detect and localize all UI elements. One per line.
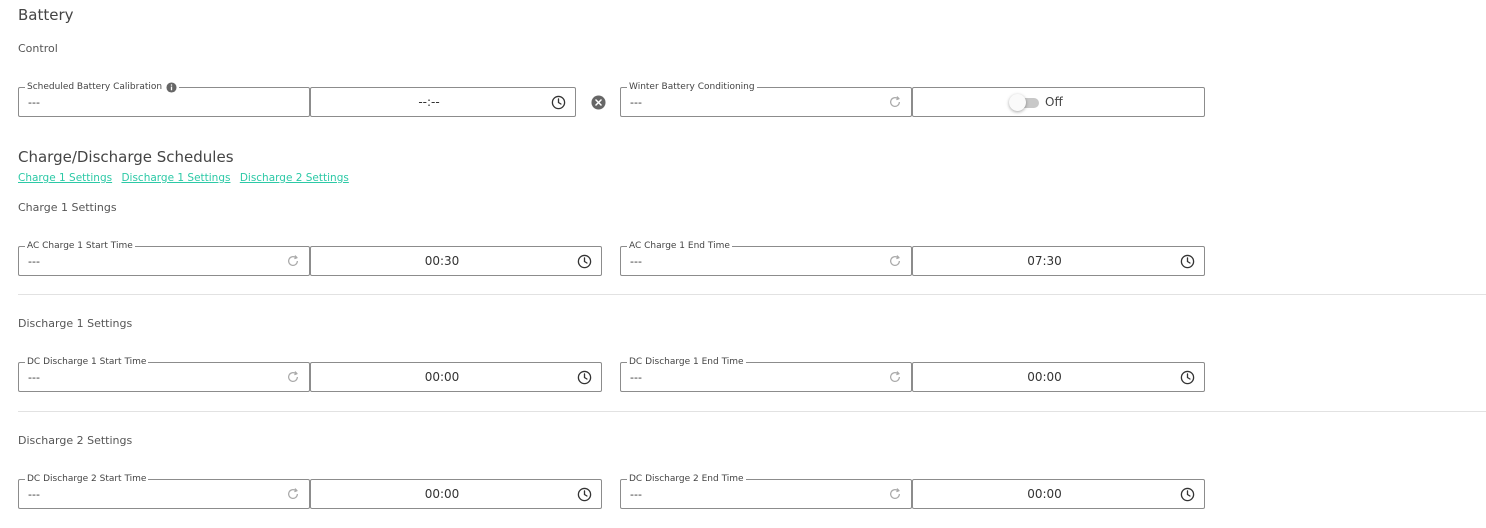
refresh-icon[interactable] xyxy=(888,487,902,501)
refresh-icon[interactable] xyxy=(286,370,300,384)
charge1-start-field[interactable]: AC Charge 1 Start Time --- xyxy=(18,239,310,276)
section-divider xyxy=(18,411,1486,412)
discharge1-start-legend: DC Discharge 1 Start Time xyxy=(25,355,149,369)
discharge2-start-time-input[interactable]: 00:00 xyxy=(310,479,602,509)
discharge1-end-time-input[interactable]: 00:00 xyxy=(912,362,1205,392)
calibration-time: --:-- xyxy=(418,95,440,109)
clear-icon[interactable] xyxy=(591,95,606,110)
discharge2-start-label: DC Discharge 2 Start Time xyxy=(27,474,147,484)
charge1-end-time: 07:30 xyxy=(1027,254,1062,268)
charge1-end-value: --- xyxy=(630,255,642,268)
winter-conditioning-field[interactable]: Winter Battery Conditioning --- xyxy=(620,80,912,117)
section-divider xyxy=(18,294,1486,295)
battery-title: Battery xyxy=(18,6,74,24)
discharge2-end-time-input[interactable]: 00:00 xyxy=(912,479,1205,509)
calibration-field[interactable]: Scheduled Battery Calibration --- xyxy=(18,80,310,117)
clock-icon[interactable] xyxy=(1180,254,1195,269)
charge1-start-label: AC Charge 1 Start Time xyxy=(27,241,133,251)
charge1-end-time-input[interactable]: 07:30 xyxy=(912,246,1205,276)
charge1-end-label: AC Charge 1 End Time xyxy=(629,241,730,251)
schedule-links: Charge 1 Settings Discharge 1 Settings D… xyxy=(18,172,355,184)
refresh-icon[interactable] xyxy=(286,487,300,501)
charge1-start-time: 00:30 xyxy=(424,254,460,268)
calibration-legend: Scheduled Battery Calibration xyxy=(25,80,180,94)
clock-icon[interactable] xyxy=(551,95,566,110)
calibration-label: Scheduled Battery Calibration xyxy=(27,82,163,92)
refresh-icon[interactable] xyxy=(888,370,902,384)
link-charge-1[interactable]: Charge 1 Settings xyxy=(18,172,112,184)
discharge1-start-time-input[interactable]: 00:00 xyxy=(310,362,602,392)
refresh-icon[interactable] xyxy=(286,254,300,268)
discharge2-start-time: 00:00 xyxy=(424,487,460,501)
discharge1-start-time: 00:00 xyxy=(424,370,460,384)
winter-legend: Winter Battery Conditioning xyxy=(627,80,757,94)
charge1-end-field[interactable]: AC Charge 1 End Time --- xyxy=(620,239,912,276)
discharge1-end-time: 00:00 xyxy=(1027,370,1062,384)
discharge1-end-label: DC Discharge 1 End Time xyxy=(629,357,744,367)
charge1-end-legend: AC Charge 1 End Time xyxy=(627,239,732,253)
refresh-icon[interactable] xyxy=(888,95,902,109)
clock-icon[interactable] xyxy=(1180,370,1195,385)
discharge2-end-label: DC Discharge 2 End Time xyxy=(629,474,744,484)
refresh-icon[interactable] xyxy=(888,254,902,268)
discharge2-title: Discharge 2 Settings xyxy=(18,434,133,447)
charge1-start-value: --- xyxy=(28,255,40,268)
clock-icon[interactable] xyxy=(577,254,592,269)
discharge2-end-time: 00:00 xyxy=(1027,487,1062,501)
discharge1-end-field[interactable]: DC Discharge 1 End Time --- xyxy=(620,355,912,392)
winter-label: Winter Battery Conditioning xyxy=(629,82,755,92)
discharge1-title: Discharge 1 Settings xyxy=(18,317,133,330)
charge1-title: Charge 1 Settings xyxy=(18,201,117,214)
discharge2-end-value: --- xyxy=(630,488,642,501)
discharge2-end-field[interactable]: DC Discharge 2 End Time --- xyxy=(620,472,912,509)
clock-icon[interactable] xyxy=(577,487,592,502)
discharge2-start-value: --- xyxy=(28,488,40,501)
discharge1-start-value: --- xyxy=(28,371,40,384)
charge1-start-legend: AC Charge 1 Start Time xyxy=(25,239,135,253)
winter-toggle-label: Off xyxy=(1045,95,1063,109)
discharge2-end-legend: DC Discharge 2 End Time xyxy=(627,472,746,486)
discharge1-end-legend: DC Discharge 1 End Time xyxy=(627,355,746,369)
link-discharge-2[interactable]: Discharge 2 Settings xyxy=(240,172,349,184)
discharge1-start-field[interactable]: DC Discharge 1 Start Time --- xyxy=(18,355,310,392)
calibration-value: --- xyxy=(28,96,40,109)
charge1-start-time-input[interactable]: 00:30 xyxy=(310,246,602,276)
schedules-title: Charge/Discharge Schedules xyxy=(18,148,234,166)
winter-toggle-knob[interactable] xyxy=(1009,94,1026,111)
discharge2-start-field[interactable]: DC Discharge 2 Start Time --- xyxy=(18,472,310,509)
info-icon[interactable] xyxy=(166,81,177,93)
discharge2-start-legend: DC Discharge 2 Start Time xyxy=(25,472,149,486)
discharge1-start-label: DC Discharge 1 Start Time xyxy=(27,357,147,367)
clock-icon[interactable] xyxy=(1180,487,1195,502)
link-discharge-1[interactable]: Discharge 1 Settings xyxy=(121,172,230,184)
clock-icon[interactable] xyxy=(577,370,592,385)
calibration-time-input[interactable]: --:-- xyxy=(310,87,576,117)
discharge1-end-value: --- xyxy=(630,371,642,384)
winter-value: --- xyxy=(630,96,642,109)
winter-toggle-container: Off xyxy=(912,87,1205,117)
control-label: Control xyxy=(18,42,58,55)
